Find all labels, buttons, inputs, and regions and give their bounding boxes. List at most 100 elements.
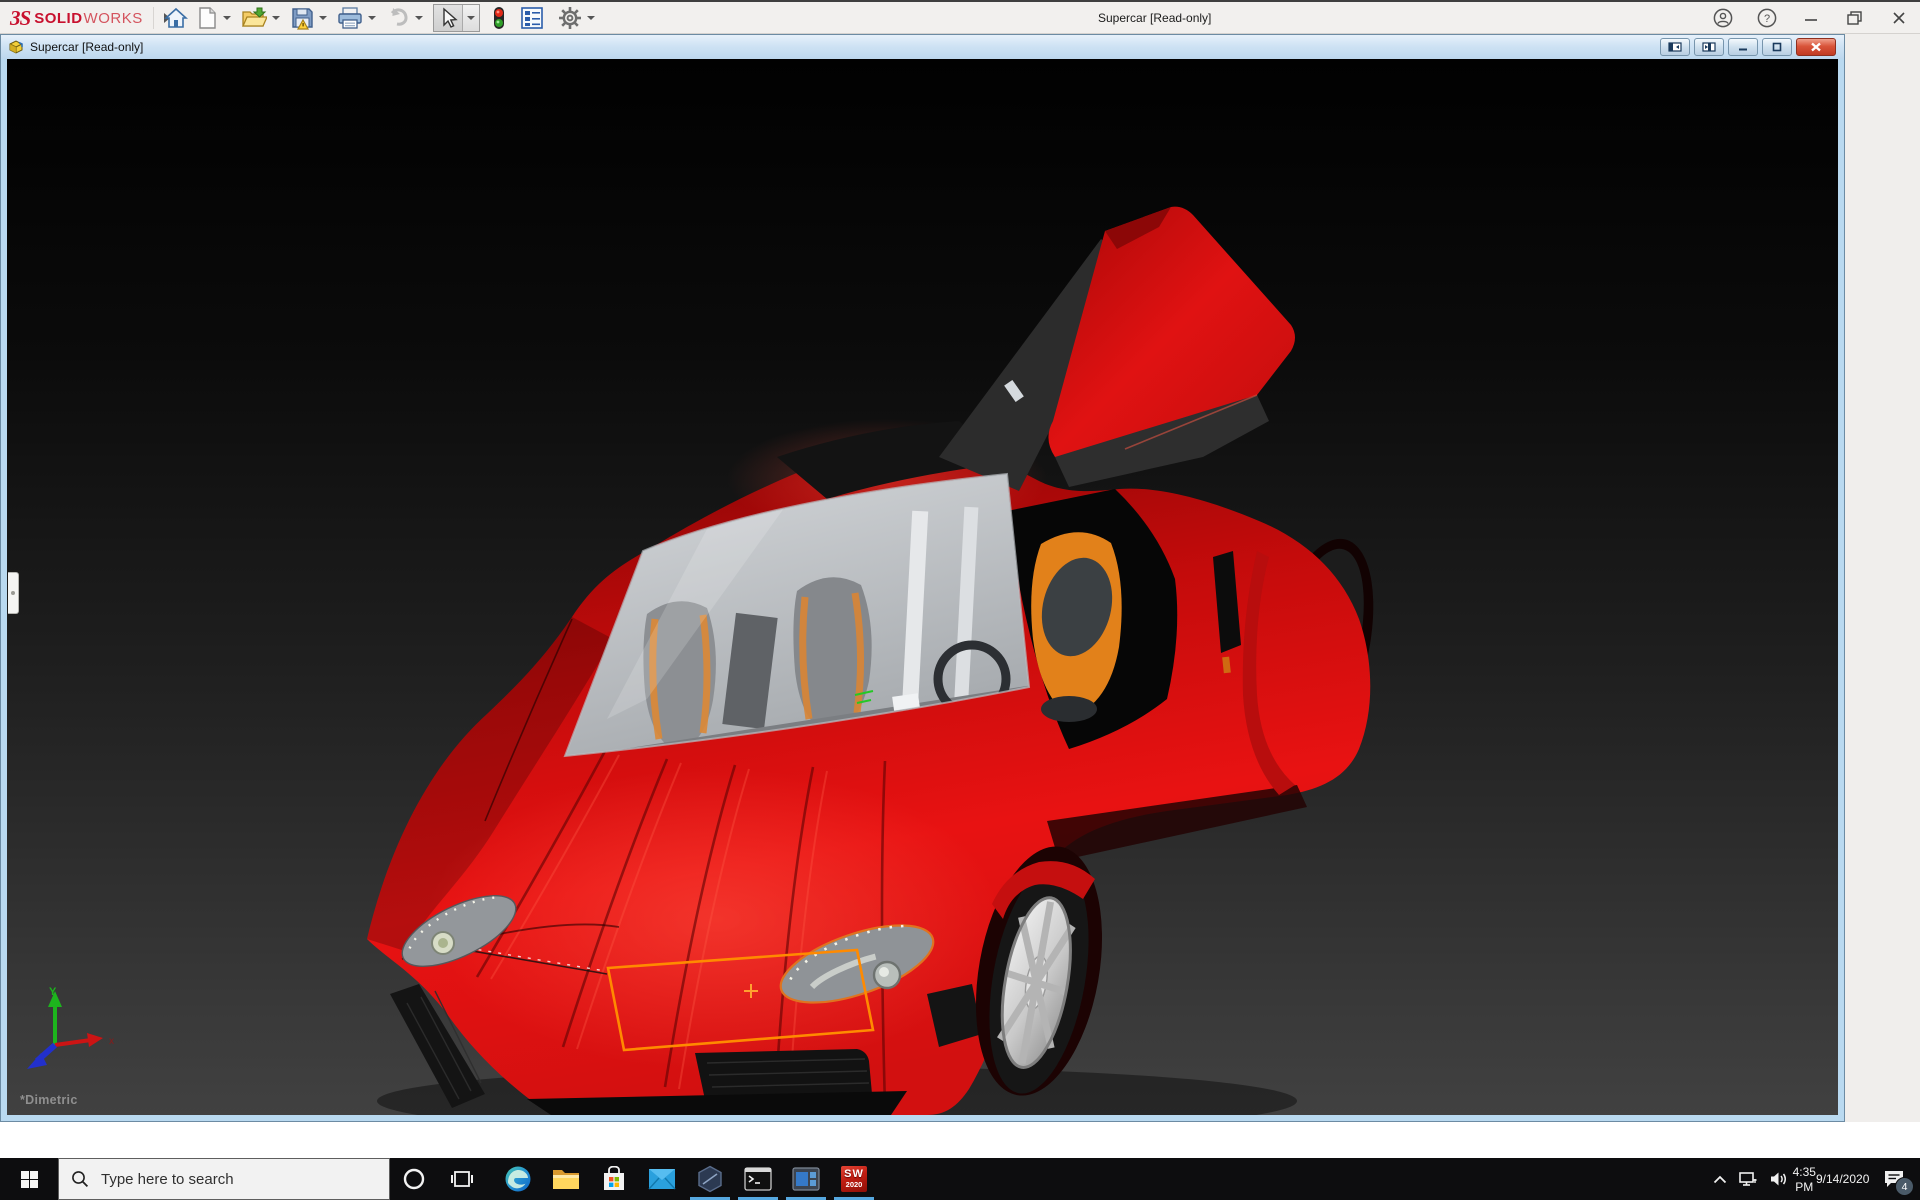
taskbar-icon-mail[interactable] bbox=[638, 1158, 686, 1200]
pane-toggle-left-button[interactable] bbox=[1660, 38, 1690, 56]
document-title: Supercar [Read-only] bbox=[30, 40, 143, 54]
close-button[interactable] bbox=[1884, 4, 1914, 32]
print-button[interactable] bbox=[333, 4, 367, 32]
open-folder-icon bbox=[241, 6, 267, 30]
taskbar-icon-command-prompt[interactable] bbox=[734, 1158, 782, 1200]
account-icon bbox=[1713, 8, 1733, 28]
save-button[interactable] bbox=[286, 4, 318, 32]
doc-restore-icon bbox=[1771, 42, 1783, 52]
undo-icon bbox=[386, 7, 410, 29]
taskbar-icon-store[interactable] bbox=[590, 1158, 638, 1200]
view-orientation-label: *Dimetric bbox=[20, 1093, 78, 1107]
close-icon bbox=[1891, 10, 1907, 26]
doc-close-button[interactable] bbox=[1796, 38, 1836, 56]
undo-dropdown[interactable] bbox=[415, 16, 423, 20]
sw-year: 2020 bbox=[846, 1180, 863, 1189]
status-bar bbox=[0, 1122, 1920, 1158]
minimize-button[interactable] bbox=[1796, 4, 1826, 32]
options-dropdown[interactable] bbox=[587, 16, 595, 20]
select-tool-current[interactable] bbox=[434, 5, 462, 31]
document-window: Supercar [Read-only] bbox=[0, 34, 1845, 1122]
solidworks-logo: 3S SOLID WORKS bbox=[10, 2, 170, 34]
logo-3s-mark: 3S bbox=[10, 6, 30, 31]
quick-access-toolbar bbox=[160, 2, 601, 34]
new-document-icon bbox=[196, 6, 218, 30]
app-titlebar: 3S SOLID WORKS bbox=[0, 0, 1920, 34]
save-icon bbox=[290, 6, 314, 30]
search-icon bbox=[71, 1170, 89, 1188]
command-prompt-icon bbox=[744, 1167, 772, 1191]
feature-pane-handle[interactable] bbox=[8, 572, 19, 614]
system-tray: 4:35 PM 9/14/2020 4 bbox=[1706, 1158, 1920, 1200]
task-view-icon bbox=[451, 1170, 473, 1188]
rebuild-button[interactable] bbox=[488, 4, 510, 32]
supercar-3d-model bbox=[7, 59, 1838, 1115]
help-button[interactable]: ? bbox=[1752, 4, 1782, 32]
logo-works: WORKS bbox=[84, 10, 143, 27]
file-properties-icon bbox=[520, 6, 544, 30]
mdi-background bbox=[1845, 34, 1920, 1122]
volume-status[interactable] bbox=[1764, 1158, 1794, 1200]
window-controls: ? bbox=[1708, 2, 1914, 34]
print-icon bbox=[337, 6, 363, 30]
task-view-button[interactable] bbox=[438, 1158, 486, 1200]
open-button[interactable] bbox=[237, 4, 271, 32]
select-cursor-icon bbox=[438, 7, 458, 29]
new-document-button[interactable] bbox=[192, 4, 222, 32]
taskbar-icon-solidworks[interactable]: SW 2020 bbox=[830, 1158, 878, 1200]
help-icon: ? bbox=[1757, 8, 1777, 28]
taskbar-icon-file-explorer[interactable] bbox=[542, 1158, 590, 1200]
account-button[interactable] bbox=[1708, 4, 1738, 32]
open-dropdown[interactable] bbox=[272, 16, 280, 20]
pane-right-icon bbox=[1702, 42, 1716, 52]
taskbar-search[interactable] bbox=[58, 1158, 390, 1200]
select-tool-dropdown[interactable] bbox=[462, 5, 479, 31]
save-dropdown[interactable] bbox=[319, 16, 327, 20]
cortana-button[interactable] bbox=[390, 1158, 438, 1200]
undo-button[interactable] bbox=[382, 4, 414, 32]
taskbar-icon-edge[interactable] bbox=[494, 1158, 542, 1200]
restore-icon bbox=[1846, 9, 1864, 27]
tray-overflow-button[interactable] bbox=[1706, 1158, 1734, 1200]
file-explorer-icon bbox=[552, 1167, 580, 1191]
taskbar-icon-media-app[interactable] bbox=[782, 1158, 830, 1200]
new-document-dropdown[interactable] bbox=[223, 16, 231, 20]
doc-minimize-icon bbox=[1737, 42, 1749, 52]
graphics-viewport[interactable]: Y x *Dimetric bbox=[7, 59, 1838, 1115]
pane-left-icon bbox=[1668, 42, 1682, 52]
doc-minimize-button[interactable] bbox=[1728, 38, 1758, 56]
chevron-up-icon bbox=[1713, 1175, 1727, 1184]
notification-badge: 4 bbox=[1895, 1177, 1914, 1196]
pane-toggle-right-button[interactable] bbox=[1694, 38, 1724, 56]
app-title: Supercar [Read-only] bbox=[1098, 0, 1211, 34]
print-dropdown[interactable] bbox=[368, 16, 376, 20]
part-document-icon bbox=[7, 39, 24, 55]
orientation-triad: Y x bbox=[25, 983, 135, 1075]
triad-x-label: x bbox=[109, 1036, 114, 1047]
traffic-light-icon bbox=[492, 6, 506, 30]
file-properties-button[interactable] bbox=[516, 4, 548, 32]
microsoft-edge-icon bbox=[504, 1165, 532, 1193]
windows-logo-icon bbox=[21, 1171, 38, 1188]
search-input[interactable] bbox=[99, 1170, 353, 1189]
windows-taskbar: SW 2020 bbox=[0, 1158, 1920, 1200]
restore-button[interactable] bbox=[1840, 4, 1870, 32]
document-titlebar[interactable]: Supercar [Read-only] bbox=[1, 35, 1844, 59]
home-button[interactable] bbox=[160, 4, 192, 32]
select-tool-button[interactable] bbox=[433, 4, 480, 32]
microsoft-store-icon bbox=[601, 1166, 627, 1192]
desktop: 3S SOLID WORKS bbox=[0, 0, 1920, 1200]
clock[interactable]: 4:35 PM 9/14/2020 bbox=[1794, 1158, 1868, 1200]
tray-date: 9/14/2020 bbox=[1816, 1172, 1869, 1187]
minimize-icon bbox=[1803, 10, 1819, 26]
doc-restore-button[interactable] bbox=[1762, 38, 1792, 56]
start-button[interactable] bbox=[0, 1158, 58, 1200]
media-app-icon bbox=[792, 1167, 820, 1191]
options-button[interactable] bbox=[554, 4, 586, 32]
network-status[interactable] bbox=[1734, 1158, 1764, 1200]
action-center-button[interactable]: 4 bbox=[1868, 1158, 1920, 1200]
gear-icon bbox=[558, 6, 582, 30]
sw-letters: SW bbox=[844, 1169, 864, 1180]
taskbar-icon-edrawings[interactable] bbox=[686, 1158, 734, 1200]
cortana-icon bbox=[402, 1167, 426, 1191]
